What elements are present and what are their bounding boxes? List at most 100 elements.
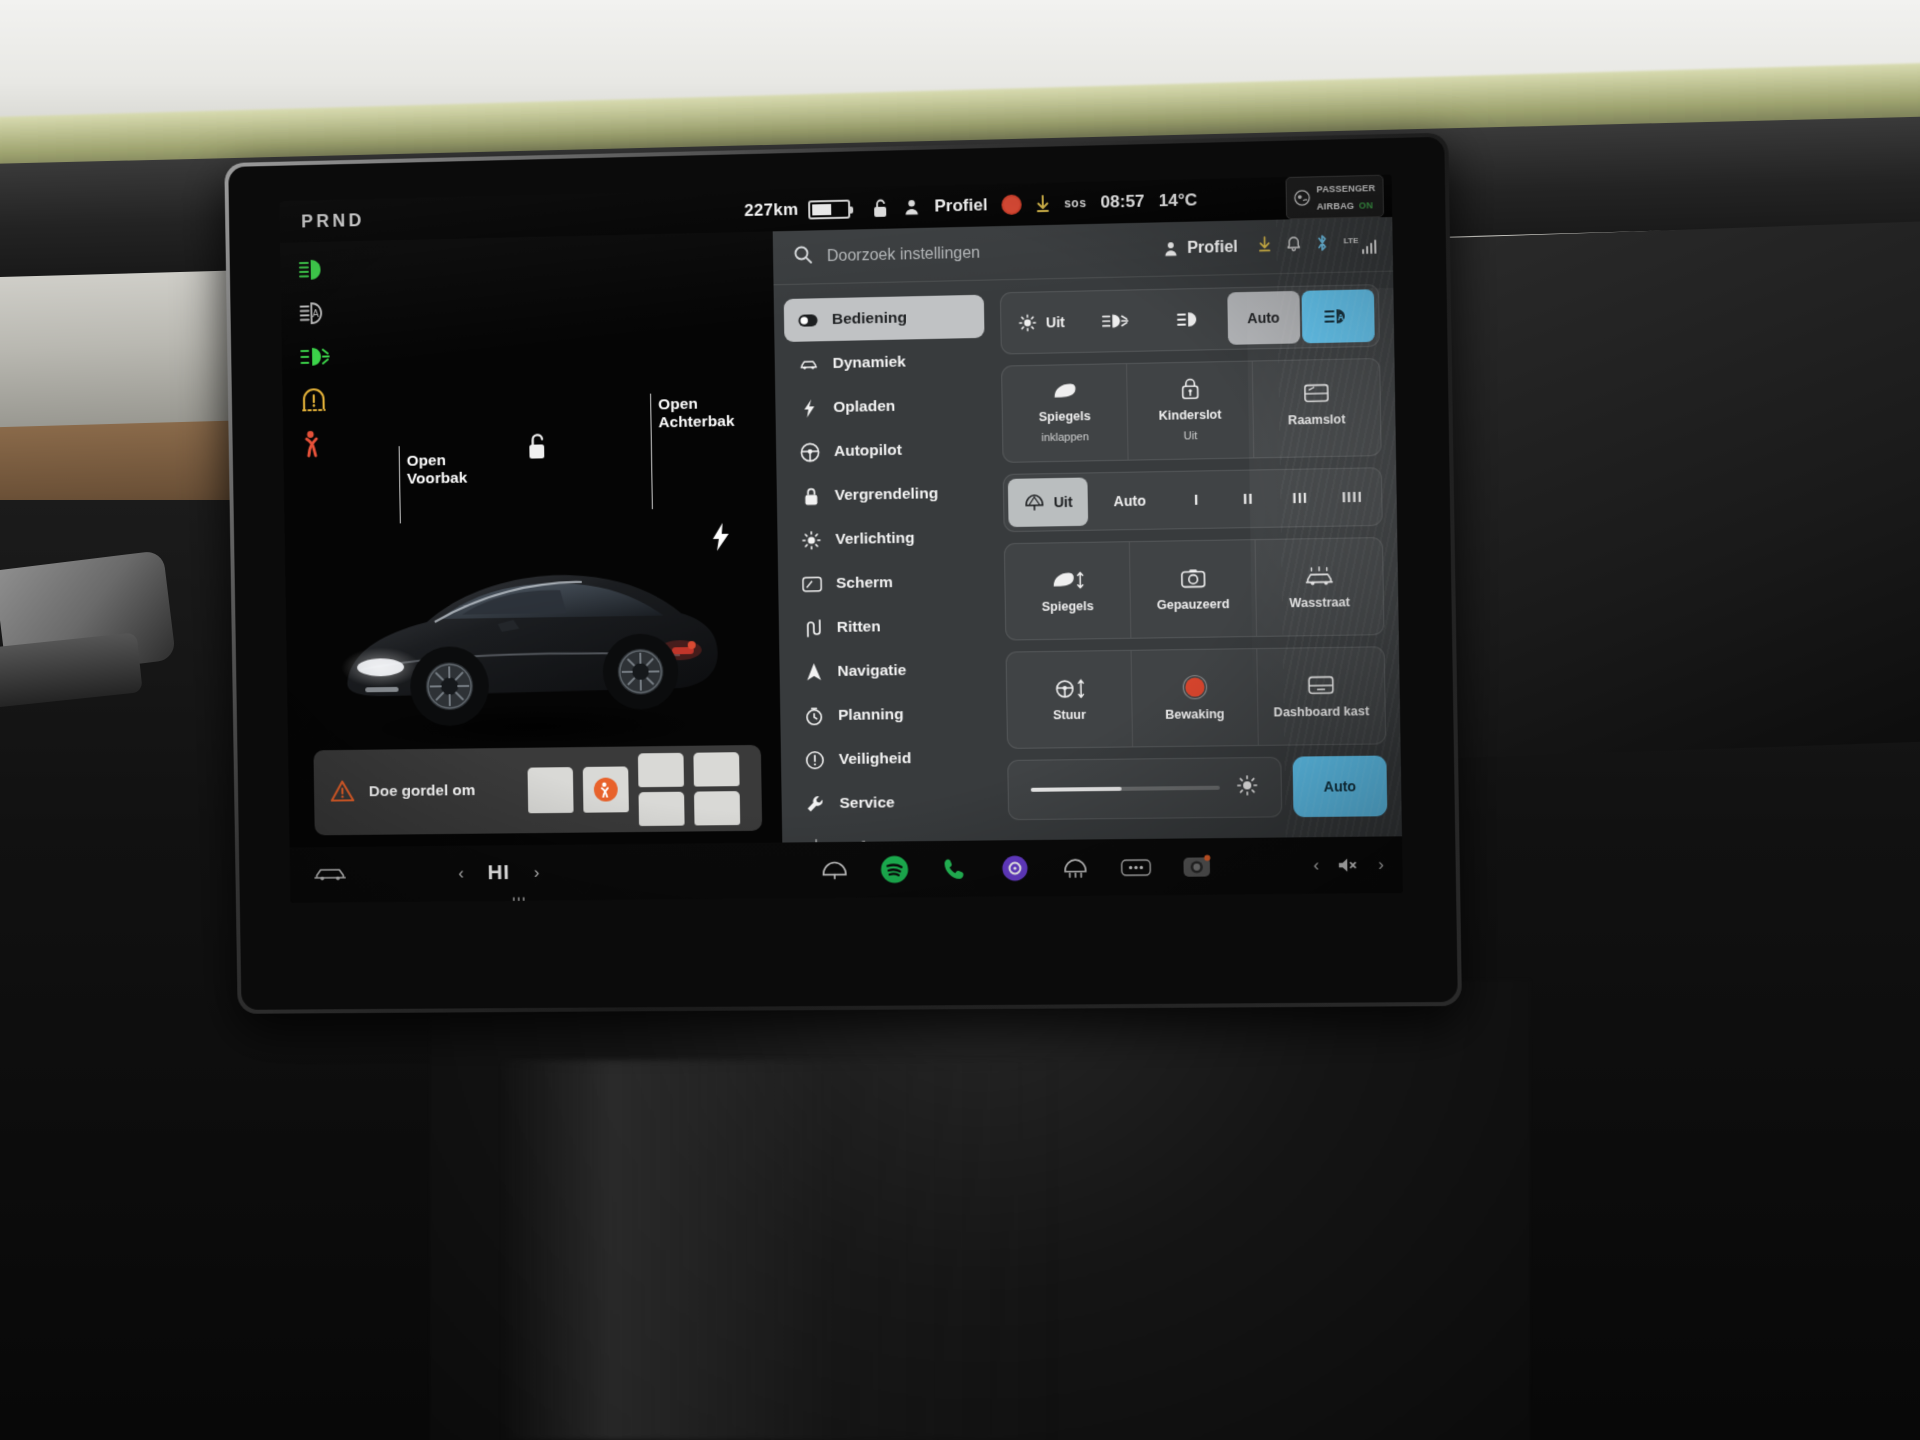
wiper-segmented-control[interactable]: Uit Auto I II III IIII bbox=[1002, 467, 1383, 533]
parking-lights-option[interactable] bbox=[1079, 294, 1152, 348]
gear-selector-indicator[interactable]: PRND bbox=[301, 210, 365, 232]
infotainment-screen[interactable]: PRND 227km Profiel sos 08:57 14°C PASSEN… bbox=[279, 174, 1403, 903]
wiper-speed-2-option[interactable]: II bbox=[1223, 474, 1274, 523]
car-interior-scene: PRND 227km Profiel sos 08:57 14°C PASSEN… bbox=[0, 0, 1920, 1440]
sos-button[interactable]: sos bbox=[1064, 196, 1087, 211]
sidebar-item-vergrendeling[interactable]: Vergrendeling bbox=[786, 471, 987, 518]
tile-stuur[interactable]: Stuur bbox=[1006, 650, 1134, 748]
sidebar-item-service[interactable]: Service bbox=[791, 780, 992, 825]
tile-wasstraat[interactable]: Wasstraat bbox=[1256, 538, 1384, 636]
vehicle-render[interactable] bbox=[323, 487, 741, 761]
sidebar-item-label: Dynamiek bbox=[832, 353, 906, 372]
media-icon[interactable] bbox=[1000, 853, 1031, 883]
sidebar-item-dynamiek[interactable]: Dynamiek bbox=[784, 339, 985, 386]
dock-prev-button[interactable]: ‹ bbox=[1313, 855, 1319, 875]
open-trunk-label[interactable]: Open Achterbak bbox=[658, 395, 735, 433]
passenger-side-panel bbox=[1421, 221, 1920, 759]
search-icon[interactable] bbox=[793, 244, 813, 269]
download-icon[interactable] bbox=[1258, 235, 1272, 258]
bottom-dock[interactable]: ‹ HI › ‹ › bbox=[289, 836, 1403, 903]
tile-label: Kinderslot bbox=[1158, 407, 1222, 424]
low-beam-option[interactable] bbox=[1153, 292, 1226, 346]
climate-temp-value[interactable]: HI bbox=[487, 861, 510, 885]
temp-decrease-button[interactable]: ‹ bbox=[458, 864, 464, 884]
profile-label[interactable]: Profiel bbox=[934, 195, 987, 216]
vehicle-controls-icon[interactable] bbox=[311, 865, 348, 885]
settings-profile-button[interactable]: Profiel bbox=[1163, 238, 1238, 258]
wiper-speed-3-option[interactable]: III bbox=[1275, 473, 1326, 522]
unlock-icon[interactable] bbox=[872, 198, 889, 218]
sidebar-item-veiligheid[interactable]: Veiligheid bbox=[791, 736, 992, 781]
tile-kinderslot[interactable]: Kinderslot Uit bbox=[1127, 361, 1255, 460]
passenger-airbag-badge: PASSENGER AIRBAG ON bbox=[1285, 174, 1385, 220]
brightness-slider[interactable] bbox=[1030, 785, 1220, 792]
settings-overlay: Profiel bbox=[772, 216, 1402, 843]
sidebar-item-autopilot[interactable]: Autopilot bbox=[786, 427, 987, 474]
camera-app-icon[interactable] bbox=[1181, 851, 1212, 882]
door-unlock-icon[interactable] bbox=[524, 431, 550, 466]
bluetooth-icon[interactable] bbox=[1316, 234, 1329, 258]
dashcam-record-icon[interactable] bbox=[1001, 194, 1022, 215]
sidebar-item-scherm[interactable]: Scherm bbox=[788, 560, 989, 606]
brightness-slider-card[interactable] bbox=[1007, 756, 1283, 821]
wiper-speed-4-option[interactable]: IIII bbox=[1327, 472, 1378, 521]
controls-tile-row-1: Spiegels inklappen Kinderslot Uit Raamsl… bbox=[1001, 357, 1382, 463]
bell-icon[interactable] bbox=[1286, 235, 1301, 258]
search-input[interactable] bbox=[826, 240, 1149, 266]
tile-spiegels[interactable]: Spiegels bbox=[1004, 542, 1132, 640]
lights-off-label: Uit bbox=[1045, 314, 1065, 331]
spotify-icon[interactable] bbox=[879, 854, 909, 884]
settings-sidebar[interactable]: Bediening Dynamiek Opladen Autopilot Ver… bbox=[774, 280, 1003, 843]
lights-auto-option[interactable]: Auto bbox=[1226, 290, 1301, 345]
brightness-icon bbox=[801, 530, 821, 550]
phone-icon[interactable] bbox=[939, 854, 970, 884]
sidebar-item-navigatie[interactable]: Navigatie bbox=[789, 648, 990, 694]
wiper-off-option[interactable]: Uit bbox=[1007, 477, 1089, 528]
more-dots-icon[interactable] bbox=[1121, 852, 1152, 882]
range-value: 227km bbox=[744, 199, 799, 221]
person-icon[interactable] bbox=[903, 198, 920, 216]
dock-app-row[interactable] bbox=[782, 851, 1249, 886]
download-icon[interactable] bbox=[1036, 195, 1050, 213]
sidebar-item-bediening[interactable]: Bediening bbox=[783, 294, 985, 343]
brightness-auto-button[interactable]: Auto bbox=[1292, 755, 1388, 818]
lights-segmented-control[interactable]: Uit Auto A bbox=[999, 284, 1380, 355]
sidebar-item-label: Planning bbox=[838, 705, 904, 724]
network-type-label: LTE bbox=[1343, 235, 1359, 245]
steering-wheel-icon bbox=[800, 442, 820, 462]
lights-off-option[interactable]: Uit bbox=[1005, 296, 1078, 350]
controls-tile-row-3: Stuur Bewaking Dashboard kast bbox=[1005, 646, 1387, 749]
settings-pane[interactable]: Profiel bbox=[772, 216, 1403, 843]
charge-port-bolt-icon[interactable] bbox=[710, 522, 732, 552]
headlight-off-icon bbox=[1018, 313, 1038, 334]
climate-control-group[interactable]: ‹ HI › bbox=[458, 861, 539, 886]
search-field-wrapper[interactable] bbox=[826, 240, 1149, 266]
car-icon bbox=[799, 354, 819, 374]
sidebar-item-label: Service bbox=[839, 793, 895, 812]
tile-spiegels-inklappen[interactable]: Spiegels inklappen bbox=[1002, 364, 1129, 462]
open-frunk-label[interactable]: Open Voorbak bbox=[407, 452, 468, 489]
wiper-speed-1-option[interactable]: I bbox=[1171, 475, 1221, 524]
auto-high-beam-option[interactable]: A bbox=[1301, 289, 1375, 344]
sidebar-item-ritten[interactable]: Ritten bbox=[789, 604, 990, 650]
seat-rear-left-base bbox=[638, 791, 685, 826]
sidebar-item-verlichting[interactable]: Verlichting bbox=[787, 515, 988, 561]
battery-icon[interactable] bbox=[808, 199, 851, 220]
volume-mute-icon[interactable] bbox=[1337, 855, 1360, 875]
defrost-icon[interactable] bbox=[1060, 853, 1091, 883]
seatbelt-alert-card[interactable]: Doe gordel om bbox=[313, 744, 763, 836]
tile-gepauzeerd[interactable]: Gepauzeerd bbox=[1129, 540, 1258, 638]
car-visualization-pane[interactable]: A Open Voorbak Open Achterbak Doe gordel… bbox=[280, 231, 783, 848]
wiper-app-icon[interactable] bbox=[819, 855, 849, 885]
temp-increase-button[interactable]: › bbox=[534, 863, 540, 883]
dock-right-group[interactable]: ‹ › bbox=[1249, 855, 1402, 877]
center-touchscreen[interactable]: PRND 227km Profiel sos 08:57 14°C PASSEN… bbox=[224, 132, 1462, 1014]
sidebar-item-planning[interactable]: Planning bbox=[790, 692, 991, 738]
tile-raamslot[interactable]: Raamslot bbox=[1253, 359, 1381, 457]
dock-next-button[interactable]: › bbox=[1378, 855, 1384, 875]
seat-rear-right bbox=[693, 751, 740, 787]
tile-dashboard-kast[interactable]: Dashboard kast bbox=[1257, 647, 1385, 745]
tile-bewaking[interactable]: Bewaking bbox=[1131, 649, 1259, 747]
wiper-auto-option[interactable]: Auto bbox=[1089, 476, 1170, 526]
sidebar-item-opladen[interactable]: Opladen bbox=[785, 383, 986, 430]
